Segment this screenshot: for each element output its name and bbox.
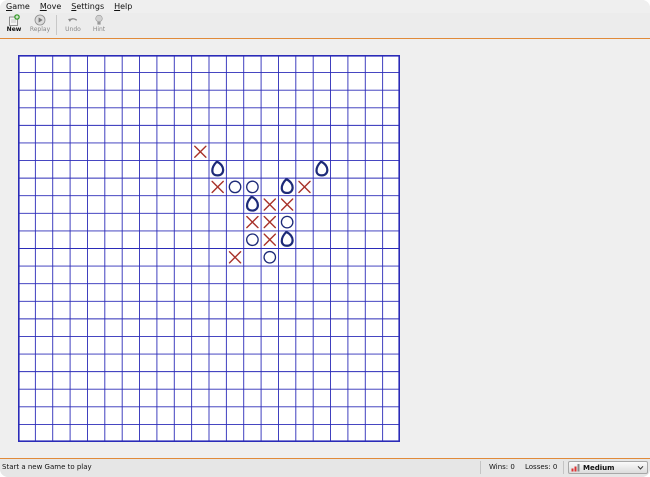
- hint-label: Hint: [92, 26, 106, 33]
- difficulty-value: Medium: [583, 463, 615, 472]
- o-piece: [280, 178, 294, 195]
- x-piece: [263, 198, 277, 211]
- play-icon: [34, 14, 46, 26]
- x-piece: [263, 233, 277, 246]
- menu-settings[interactable]: Settings: [65, 0, 104, 13]
- menu-game[interactable]: Game: [0, 0, 30, 13]
- new-game-label: New: [6, 26, 22, 33]
- app-window: Game Move Settings Help New Replay Undo …: [0, 0, 650, 477]
- x-piece: [228, 251, 242, 264]
- x-piece: [246, 215, 259, 229]
- difficulty-bars-icon: [571, 464, 580, 472]
- undo-button[interactable]: Undo: [61, 13, 85, 37]
- o-piece: [228, 180, 242, 194]
- menubar: Game Move Settings Help: [0, 0, 650, 13]
- x-piece: [280, 198, 294, 211]
- game-board[interactable]: [18, 55, 400, 442]
- losses-counter: Losses: 0: [525, 463, 558, 471]
- new-game-button[interactable]: New: [2, 13, 26, 37]
- hint-button[interactable]: Hint: [87, 13, 111, 37]
- menu-help[interactable]: Help: [108, 0, 132, 13]
- replay-button[interactable]: Replay: [28, 13, 52, 37]
- new-game-icon: [9, 14, 20, 26]
- o-piece: [245, 195, 259, 212]
- o-piece: [315, 160, 329, 177]
- x-piece: [211, 180, 224, 194]
- o-piece: [246, 233, 259, 247]
- undo-icon: [68, 18, 78, 22]
- o-piece: [280, 215, 294, 229]
- menu-move[interactable]: Move: [34, 0, 61, 13]
- lightbulb-icon: [95, 14, 103, 25]
- replay-label: Replay: [29, 26, 51, 33]
- game-board-container: [18, 55, 400, 442]
- x-piece: [263, 215, 277, 229]
- status-message: Start a new Game to play: [2, 463, 92, 471]
- undo-label: Undo: [65, 26, 81, 33]
- content-area: [0, 38, 650, 459]
- wins-counter: Wins: 0: [489, 463, 515, 471]
- o-piece: [280, 230, 294, 247]
- x-piece: [194, 145, 207, 159]
- o-piece: [211, 160, 225, 177]
- status-separator: [480, 461, 481, 474]
- toolbar-separator: [56, 15, 57, 35]
- o-piece: [263, 250, 277, 264]
- difficulty-select[interactable]: Medium: [568, 461, 648, 474]
- status-separator: [563, 461, 564, 474]
- toolbar: New Replay Undo Hint: [0, 13, 650, 38]
- chevron-down-icon: [637, 465, 644, 470]
- status-bar: Start a new Game to play Wins: 0 Losses:…: [0, 459, 650, 477]
- x-piece: [298, 180, 311, 194]
- o-piece: [246, 180, 259, 194]
